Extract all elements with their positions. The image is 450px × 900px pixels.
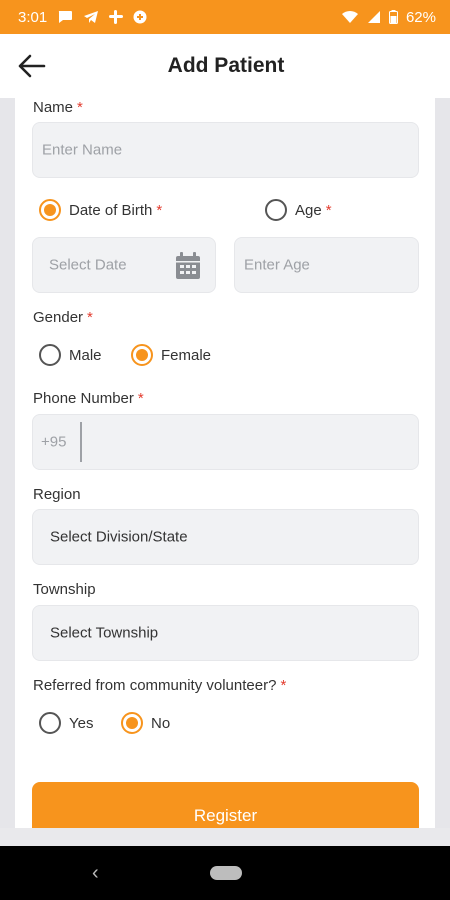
- age-radio-label-text: Age: [295, 201, 322, 219]
- select-date-placeholder: Select Date: [49, 256, 127, 274]
- age-radio[interactable]: Age *: [265, 199, 332, 221]
- township-select[interactable]: Select Township: [32, 605, 419, 661]
- dob-radio-label: Date of Birth *: [69, 202, 162, 219]
- phone-country-prefix: +95: [41, 433, 67, 451]
- circle-app-icon: [133, 10, 147, 24]
- phone-input[interactable]: +95: [32, 414, 419, 470]
- status-time: 3:01: [18, 8, 48, 26]
- slack-icon: [109, 10, 124, 24]
- required-mark: *: [137, 390, 144, 407]
- calendar-icon[interactable]: [175, 252, 201, 280]
- arrow-left-icon[interactable]: [16, 52, 48, 80]
- wifi-icon: [341, 10, 358, 23]
- status-bar: 3:01 62%: [0, 0, 450, 34]
- referred-yes-label: Yes: [69, 714, 94, 732]
- phone-divider: [80, 422, 82, 462]
- age-radio-label: Age *: [295, 202, 332, 219]
- required-mark: *: [87, 309, 93, 326]
- referred-no-indicator: [121, 712, 143, 734]
- add-patient-form: Name * Enter Name Date of Birth * Age * Sel…: [15, 98, 435, 828]
- referred-radio-no[interactable]: No: [121, 712, 170, 734]
- page-title: Add Patient: [167, 54, 285, 77]
- phone-label-text: Phone Number: [33, 390, 134, 407]
- age-placeholder: Enter Age: [244, 256, 310, 274]
- register-button[interactable]: Register: [32, 782, 419, 828]
- township-label: Township: [33, 581, 96, 598]
- name-input[interactable]: Enter Name: [32, 122, 419, 178]
- gender-label: Gender *: [33, 309, 93, 326]
- chat-icon: [59, 11, 73, 23]
- referred-no-label: No: [151, 714, 171, 732]
- region-label: Region: [33, 486, 81, 503]
- left-gutter: [0, 98, 15, 828]
- region-select[interactable]: Select Division/State: [32, 509, 419, 565]
- gender-label-text: Gender: [33, 309, 84, 326]
- signal-icon: [367, 11, 380, 23]
- nav-back-icon[interactable]: ‹: [92, 862, 99, 885]
- required-mark: *: [325, 201, 332, 219]
- name-label: Name *: [33, 99, 83, 116]
- gender-male-label: Male: [69, 346, 102, 364]
- dob-radio-label-text: Date of Birth: [69, 201, 153, 219]
- gender-female-indicator: [131, 344, 153, 366]
- referred-yes-indicator: [39, 712, 61, 734]
- phone-label: Phone Number *: [33, 390, 144, 407]
- dob-radio-indicator: [39, 199, 61, 221]
- telegram-icon: [84, 11, 99, 23]
- name-placeholder: Enter Name: [42, 141, 123, 159]
- required-mark: *: [77, 99, 83, 116]
- battery-icon: [388, 10, 398, 24]
- township-select-value: Select Township: [50, 624, 159, 642]
- dob-radio[interactable]: Date of Birth *: [39, 199, 162, 221]
- nav-home-pill[interactable]: [210, 866, 242, 880]
- referred-radio-yes[interactable]: Yes: [39, 712, 93, 734]
- battery-percent: 62%: [405, 8, 436, 26]
- age-input[interactable]: Enter Age: [234, 237, 419, 293]
- gender-male-indicator: [39, 344, 61, 366]
- region-select-value: Select Division/State: [50, 528, 188, 546]
- referred-label-text: Referred from community volunteer?: [33, 677, 277, 694]
- gender-radio-female[interactable]: Female: [131, 344, 211, 366]
- right-gutter: [435, 98, 450, 828]
- name-label-text: Name: [33, 99, 74, 116]
- required-mark: *: [280, 677, 287, 694]
- app-bar: Add Patient: [0, 34, 450, 98]
- system-nav-bar: ‹: [0, 846, 450, 900]
- age-radio-indicator: [265, 199, 287, 221]
- gender-female-label: Female: [161, 346, 212, 364]
- gender-radio-male[interactable]: Male: [39, 344, 102, 366]
- required-mark: *: [156, 201, 163, 219]
- referred-label: Referred from community volunteer? *: [33, 677, 286, 694]
- select-date-field[interactable]: Select Date: [32, 237, 216, 293]
